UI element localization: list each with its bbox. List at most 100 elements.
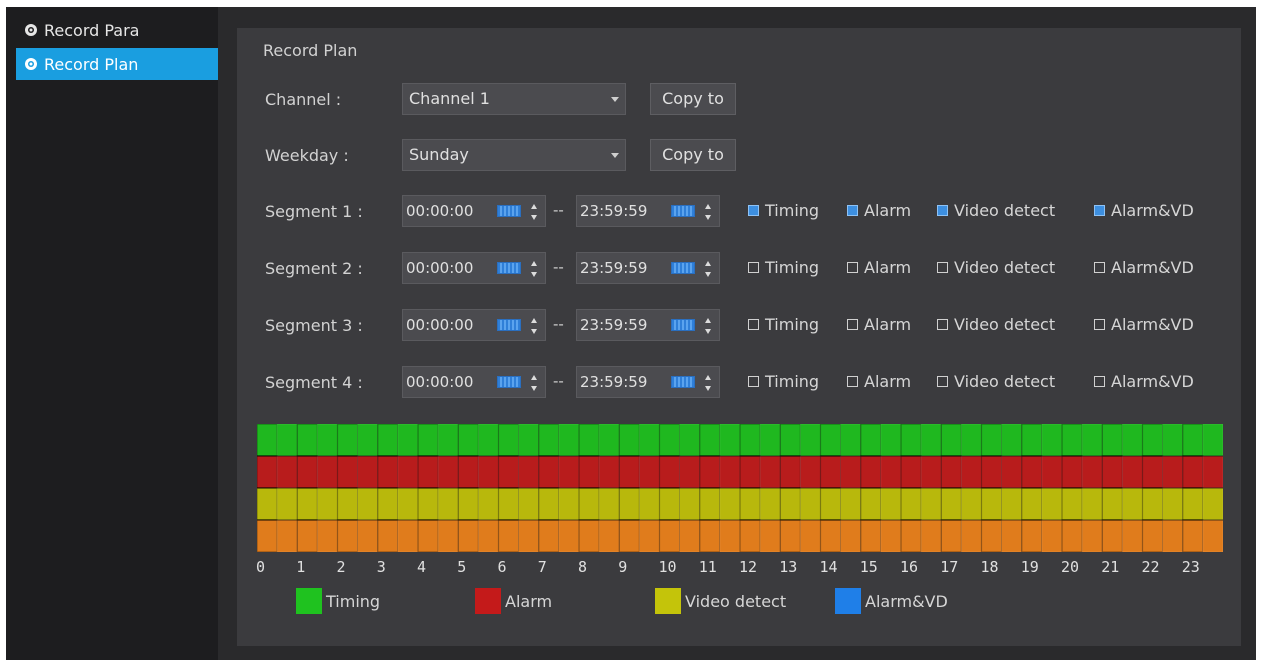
schedule-cell[interactable] (578, 487, 600, 521)
schedule-cell[interactable] (699, 455, 721, 489)
schedule-cell[interactable] (759, 455, 781, 489)
schedule-cell[interactable] (1202, 487, 1223, 521)
schedule-cell[interactable] (900, 487, 922, 521)
schedule-cell[interactable] (578, 519, 600, 552)
schedule-cell[interactable] (437, 487, 459, 521)
schedule-cell[interactable] (1021, 455, 1043, 489)
schedule-cell[interactable] (920, 424, 942, 457)
schedule-cell[interactable] (477, 519, 499, 552)
keyboard-icon[interactable] (671, 376, 695, 388)
schedule-cell[interactable] (316, 424, 338, 457)
checkbox-icon[interactable] (748, 376, 759, 387)
schedule-cell[interactable] (799, 455, 821, 489)
schedule-cell[interactable] (1202, 424, 1223, 457)
schedule-cell[interactable] (779, 455, 801, 489)
schedule-cell[interactable] (257, 487, 278, 521)
schedule-cell[interactable] (1182, 424, 1204, 457)
schedule-cell[interactable] (880, 455, 902, 489)
schedule-cell[interactable] (538, 519, 560, 552)
schedule-cell[interactable] (960, 455, 982, 489)
schedule-grid[interactable] (257, 424, 1223, 552)
schedule-cell[interactable] (779, 487, 801, 521)
schedule-cell[interactable] (920, 519, 942, 552)
schedule-cell[interactable] (1021, 424, 1043, 457)
segment-end-time[interactable]: 23:59:59 (576, 195, 720, 227)
schedule-cell[interactable] (377, 424, 399, 457)
schedule-cell[interactable] (699, 424, 721, 457)
schedule-cell[interactable] (739, 487, 761, 521)
schedule-cell[interactable] (658, 424, 681, 457)
sidebar-item-record-para[interactable]: Record Para (16, 14, 218, 46)
schedule-cell[interactable] (819, 487, 842, 521)
segment-start-time[interactable]: 00:00:00 (402, 309, 546, 341)
schedule-cell[interactable] (900, 424, 922, 457)
schedule-cell[interactable] (1101, 455, 1123, 489)
schedule-cell[interactable] (799, 424, 821, 457)
schedule-cell[interactable] (1202, 519, 1223, 552)
schedule-cell[interactable] (658, 455, 681, 489)
checkbox-icon[interactable] (748, 262, 759, 273)
schedule-cell[interactable] (638, 487, 660, 521)
schedule-cell[interactable] (1162, 424, 1184, 457)
schedule-cell[interactable] (1041, 424, 1063, 457)
schedule-cell[interactable] (558, 424, 580, 457)
schedule-cell[interactable] (276, 424, 298, 457)
checkbox-icon[interactable] (847, 262, 858, 273)
checkbox-icon[interactable] (1094, 319, 1105, 330)
schedule-cell[interactable] (940, 519, 962, 552)
schedule-cell[interactable] (497, 487, 520, 521)
schedule-cell[interactable] (477, 455, 499, 489)
schedule-cell[interactable] (739, 455, 761, 489)
schedule-cell[interactable] (518, 519, 540, 552)
schedule-cell[interactable] (457, 519, 479, 552)
schedule-cell[interactable] (819, 519, 842, 552)
schedule-cell[interactable] (1141, 487, 1164, 521)
schedule-cell[interactable] (618, 519, 640, 552)
schedule-cell[interactable] (1081, 487, 1103, 521)
schedule-row-alarm[interactable] (257, 455, 1223, 489)
schedule-cell[interactable] (940, 424, 962, 457)
schedule-cell[interactable] (1001, 455, 1023, 489)
schedule-cell[interactable] (618, 487, 640, 521)
segment-end-time[interactable]: 23:59:59 (576, 366, 720, 398)
schedule-cell[interactable] (598, 519, 620, 552)
schedule-cell[interactable] (437, 455, 459, 489)
schedule-cell[interactable] (538, 455, 560, 489)
schedule-cell[interactable] (1061, 487, 1083, 521)
schedule-cell[interactable] (336, 519, 359, 552)
schedule-cell[interactable] (679, 424, 701, 457)
schedule-cell[interactable] (257, 519, 278, 552)
schedule-cell[interactable] (940, 487, 962, 521)
schedule-cell[interactable] (1121, 455, 1143, 489)
schedule-cell[interactable] (920, 487, 942, 521)
schedule-cell[interactable] (699, 519, 721, 552)
schedule-cell[interactable] (719, 424, 741, 457)
schedule-cell[interactable] (316, 487, 338, 521)
schedule-cell[interactable] (618, 424, 640, 457)
schedule-cell[interactable] (960, 424, 982, 457)
segment-video-detect-checkbox[interactable]: Video detect (937, 315, 1055, 334)
schedule-cell[interactable] (779, 519, 801, 552)
schedule-row-timing[interactable] (257, 424, 1223, 457)
schedule-cell[interactable] (840, 487, 862, 521)
schedule-cell[interactable] (558, 455, 580, 489)
schedule-cell[interactable] (316, 455, 338, 489)
schedule-cell[interactable] (397, 424, 419, 457)
schedule-cell[interactable] (799, 487, 821, 521)
segment-timing-checkbox[interactable]: Timing (748, 315, 819, 334)
checkbox-icon[interactable] (748, 205, 759, 216)
schedule-cell[interactable] (1141, 424, 1164, 457)
schedule-cell[interactable] (336, 487, 359, 521)
schedule-cell[interactable] (1021, 487, 1043, 521)
schedule-cell[interactable] (1061, 455, 1083, 489)
segment-timing-checkbox[interactable]: Timing (748, 372, 819, 391)
schedule-cell[interactable] (679, 487, 701, 521)
schedule-cell[interactable] (397, 455, 419, 489)
schedule-cell[interactable] (336, 424, 359, 457)
checkbox-icon[interactable] (937, 376, 948, 387)
schedule-cell[interactable] (1021, 519, 1043, 552)
spinner-icon[interactable] (531, 203, 539, 221)
schedule-cell[interactable] (598, 424, 620, 457)
segment-timing-checkbox[interactable]: Timing (748, 258, 819, 277)
schedule-cell[interactable] (638, 455, 660, 489)
